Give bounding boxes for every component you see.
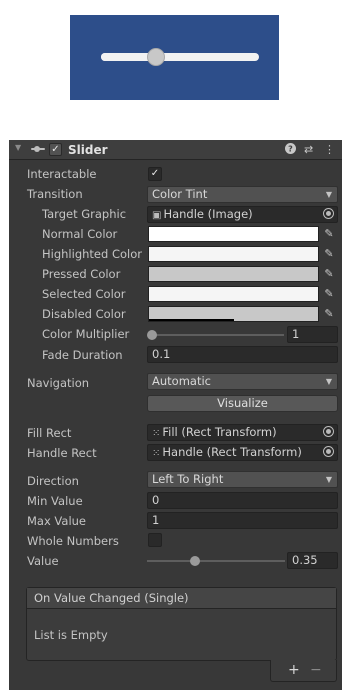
component-header[interactable]: ▼ ✓ Slider ? ⇄ ⋮ xyxy=(9,140,342,160)
normal-color-swatch[interactable] xyxy=(148,226,319,242)
chevron-down-icon: ▼ xyxy=(325,377,332,386)
highlighted-color-swatch[interactable] xyxy=(148,246,319,262)
slider-inspector: ▼ ✓ Slider ? ⇄ ⋮ Interactable ✓ Transiti… xyxy=(9,140,342,690)
whole-numbers-checkbox[interactable] xyxy=(148,533,162,547)
selected-color-label: Selected Color xyxy=(42,287,126,301)
direction-label: Direction xyxy=(27,474,79,488)
pressed-color-swatch[interactable] xyxy=(148,266,319,282)
foldout-arrow-icon[interactable]: ▼ xyxy=(15,143,21,152)
max-value-field[interactable]: 1 xyxy=(147,512,338,529)
preview-track[interactable] xyxy=(101,48,259,66)
chevron-down-icon: ▼ xyxy=(325,190,332,199)
color-multiplier-field[interactable]: 1 xyxy=(287,326,338,343)
svg-text:?: ? xyxy=(288,145,293,154)
selected-color-swatch[interactable] xyxy=(148,286,319,302)
value-slider-handle[interactable] xyxy=(190,556,201,566)
direction-value: Left To Right xyxy=(152,472,224,486)
object-picker-icon[interactable] xyxy=(323,208,334,219)
min-value-field[interactable]: 0 xyxy=(147,492,338,509)
help-icon[interactable]: ? xyxy=(285,143,296,157)
color-multiplier-handle[interactable] xyxy=(147,330,157,340)
eyedropper-icon[interactable]: ✎ xyxy=(322,226,336,242)
target-graphic-field[interactable]: ▣ Handle (Image) xyxy=(147,206,338,223)
navigation-label: Navigation xyxy=(27,376,90,390)
on-value-changed-event: On Value Changed (Single) List is Empty xyxy=(26,587,337,661)
event-footer: + − xyxy=(270,660,337,682)
target-graphic-value: Handle (Image) xyxy=(163,207,253,221)
pressed-color-label: Pressed Color xyxy=(42,267,121,281)
eyedropper-icon[interactable]: ✎ xyxy=(322,286,336,302)
navigation-value: Automatic xyxy=(152,374,211,388)
max-value-label: Max Value xyxy=(27,514,87,528)
remove-listener-button[interactable]: − xyxy=(310,662,322,678)
slider-component-icon xyxy=(31,146,45,152)
fill-rect-label: Fill Rect xyxy=(27,426,72,440)
navigation-dropdown[interactable]: Automatic ▼ xyxy=(147,373,338,390)
component-enabled-checkbox[interactable]: ✓ xyxy=(49,143,62,156)
min-value-label: Min Value xyxy=(27,494,83,508)
context-menu-icon[interactable]: ⋮ xyxy=(324,143,335,156)
transition-dropdown[interactable]: Color Tint ▼ xyxy=(147,186,338,203)
whole-numbers-label: Whole Numbers xyxy=(27,534,119,548)
eyedropper-icon[interactable]: ✎ xyxy=(322,246,336,262)
target-graphic-label: Target Graphic xyxy=(42,207,127,221)
interactable-label: Interactable xyxy=(27,167,97,181)
transition-value: Color Tint xyxy=(152,187,208,201)
add-listener-button[interactable]: + xyxy=(288,662,300,678)
eyedropper-icon[interactable]: ✎ xyxy=(322,306,336,322)
fill-rect-value: Fill (Rect Transform) xyxy=(162,425,277,439)
transition-label: Transition xyxy=(27,187,83,201)
object-picker-icon[interactable] xyxy=(323,446,334,457)
alpha-bar xyxy=(149,319,234,321)
interactable-checkbox[interactable]: ✓ xyxy=(148,167,162,181)
handle-rect-value: Handle (Rect Transform) xyxy=(162,445,302,459)
value-slider-track[interactable] xyxy=(147,560,285,562)
disabled-color-label: Disabled Color xyxy=(42,307,126,321)
color-multiplier-track[interactable] xyxy=(152,334,284,336)
rect-transform-icon: ⁙ xyxy=(152,448,161,459)
handle-rect-label: Handle Rect xyxy=(27,446,97,460)
fill-rect-field[interactable]: ⁙ Fill (Rect Transform) xyxy=(147,424,338,441)
value-field[interactable]: 0.35 xyxy=(287,552,338,569)
image-icon: ▣ xyxy=(152,210,162,221)
highlighted-color-label: Highlighted Color xyxy=(42,247,142,261)
value-label: Value xyxy=(27,554,59,568)
eyedropper-icon[interactable]: ✎ xyxy=(322,266,336,282)
fade-duration-label: Fade Duration xyxy=(42,348,123,362)
presets-icon[interactable]: ⇄ xyxy=(304,143,313,156)
slider-preview xyxy=(70,15,279,100)
direction-dropdown[interactable]: Left To Right ▼ xyxy=(147,471,338,488)
visualize-button[interactable]: Visualize xyxy=(147,395,338,412)
preview-handle[interactable] xyxy=(147,48,166,66)
disabled-color-swatch[interactable] xyxy=(148,306,319,322)
chevron-down-icon: ▼ xyxy=(325,475,332,484)
event-title: On Value Changed (Single) xyxy=(27,588,336,609)
handle-rect-field[interactable]: ⁙ Handle (Rect Transform) xyxy=(147,444,338,461)
color-multiplier-label: Color Multiplier xyxy=(42,327,130,341)
rect-transform-icon: ⁙ xyxy=(152,428,161,439)
event-empty-text: List is Empty xyxy=(34,628,108,642)
normal-color-label: Normal Color xyxy=(42,227,118,241)
fade-duration-field[interactable]: 0.1 xyxy=(147,346,338,363)
object-picker-icon[interactable] xyxy=(323,426,334,437)
component-title: Slider xyxy=(68,143,108,157)
